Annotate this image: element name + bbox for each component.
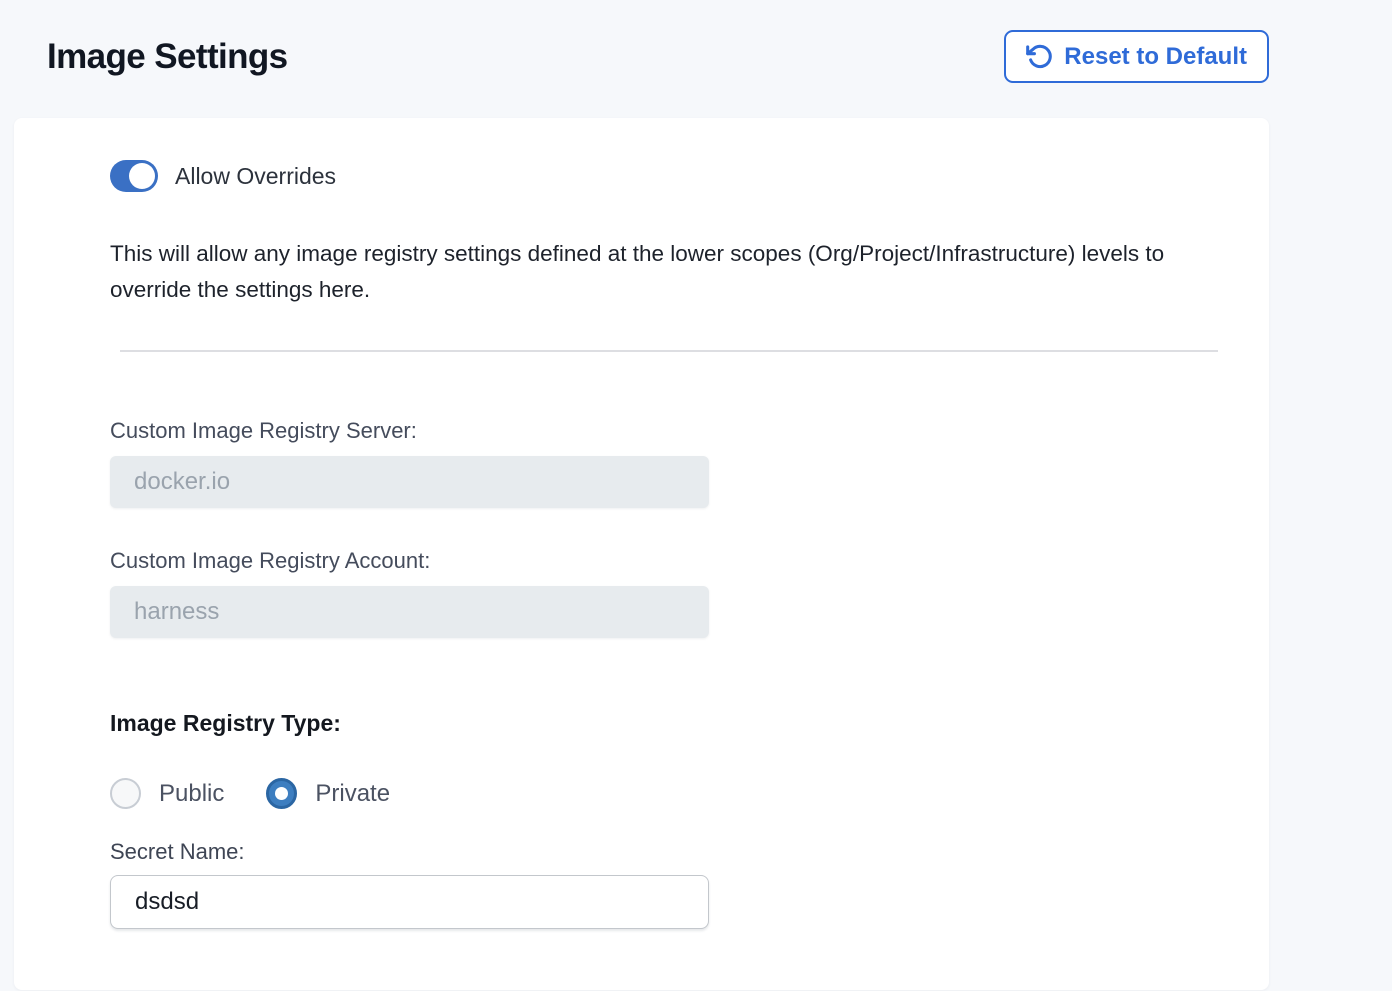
secret-name-label: Secret Name: (110, 839, 1269, 864)
registry-account-label: Custom Image Registry Account: (110, 548, 1269, 573)
registry-account-field: Custom Image Registry Account: (110, 548, 1269, 638)
radio-label-private: Private (315, 780, 390, 808)
radio-option-private[interactable]: Private (266, 778, 390, 809)
toggle-knob (129, 163, 155, 189)
section-divider (120, 350, 1218, 352)
registry-type-radio-group: Public Private (110, 778, 1269, 809)
radio-circle-public[interactable] (110, 778, 141, 809)
registry-account-input[interactable] (110, 586, 709, 638)
registry-type-label: Image Registry Type: (110, 710, 1269, 736)
reset-to-default-button[interactable]: Reset to Default (1004, 30, 1269, 83)
registry-server-input[interactable] (110, 456, 709, 508)
secret-name-field: Secret Name: (110, 839, 1269, 929)
page-title: Image Settings (47, 37, 288, 77)
radio-label-public: Public (159, 780, 224, 808)
registry-server-field: Custom Image Registry Server: (110, 418, 1269, 508)
overrides-description: This will allow any image registry setti… (110, 236, 1228, 308)
rotate-ccw-icon (1026, 43, 1053, 70)
image-settings-card: Allow Overrides This will allow any imag… (14, 118, 1269, 990)
reset-button-label: Reset to Default (1064, 43, 1247, 71)
radio-circle-private[interactable] (266, 778, 297, 809)
radio-option-public[interactable]: Public (110, 778, 224, 809)
registry-server-label: Custom Image Registry Server: (110, 418, 1269, 443)
secret-name-input[interactable] (110, 875, 709, 929)
allow-overrides-label: Allow Overrides (175, 163, 336, 190)
allow-overrides-toggle[interactable] (110, 160, 158, 192)
page-header: Image Settings Reset to Default (0, 0, 1392, 83)
allow-overrides-row: Allow Overrides (110, 160, 1269, 192)
